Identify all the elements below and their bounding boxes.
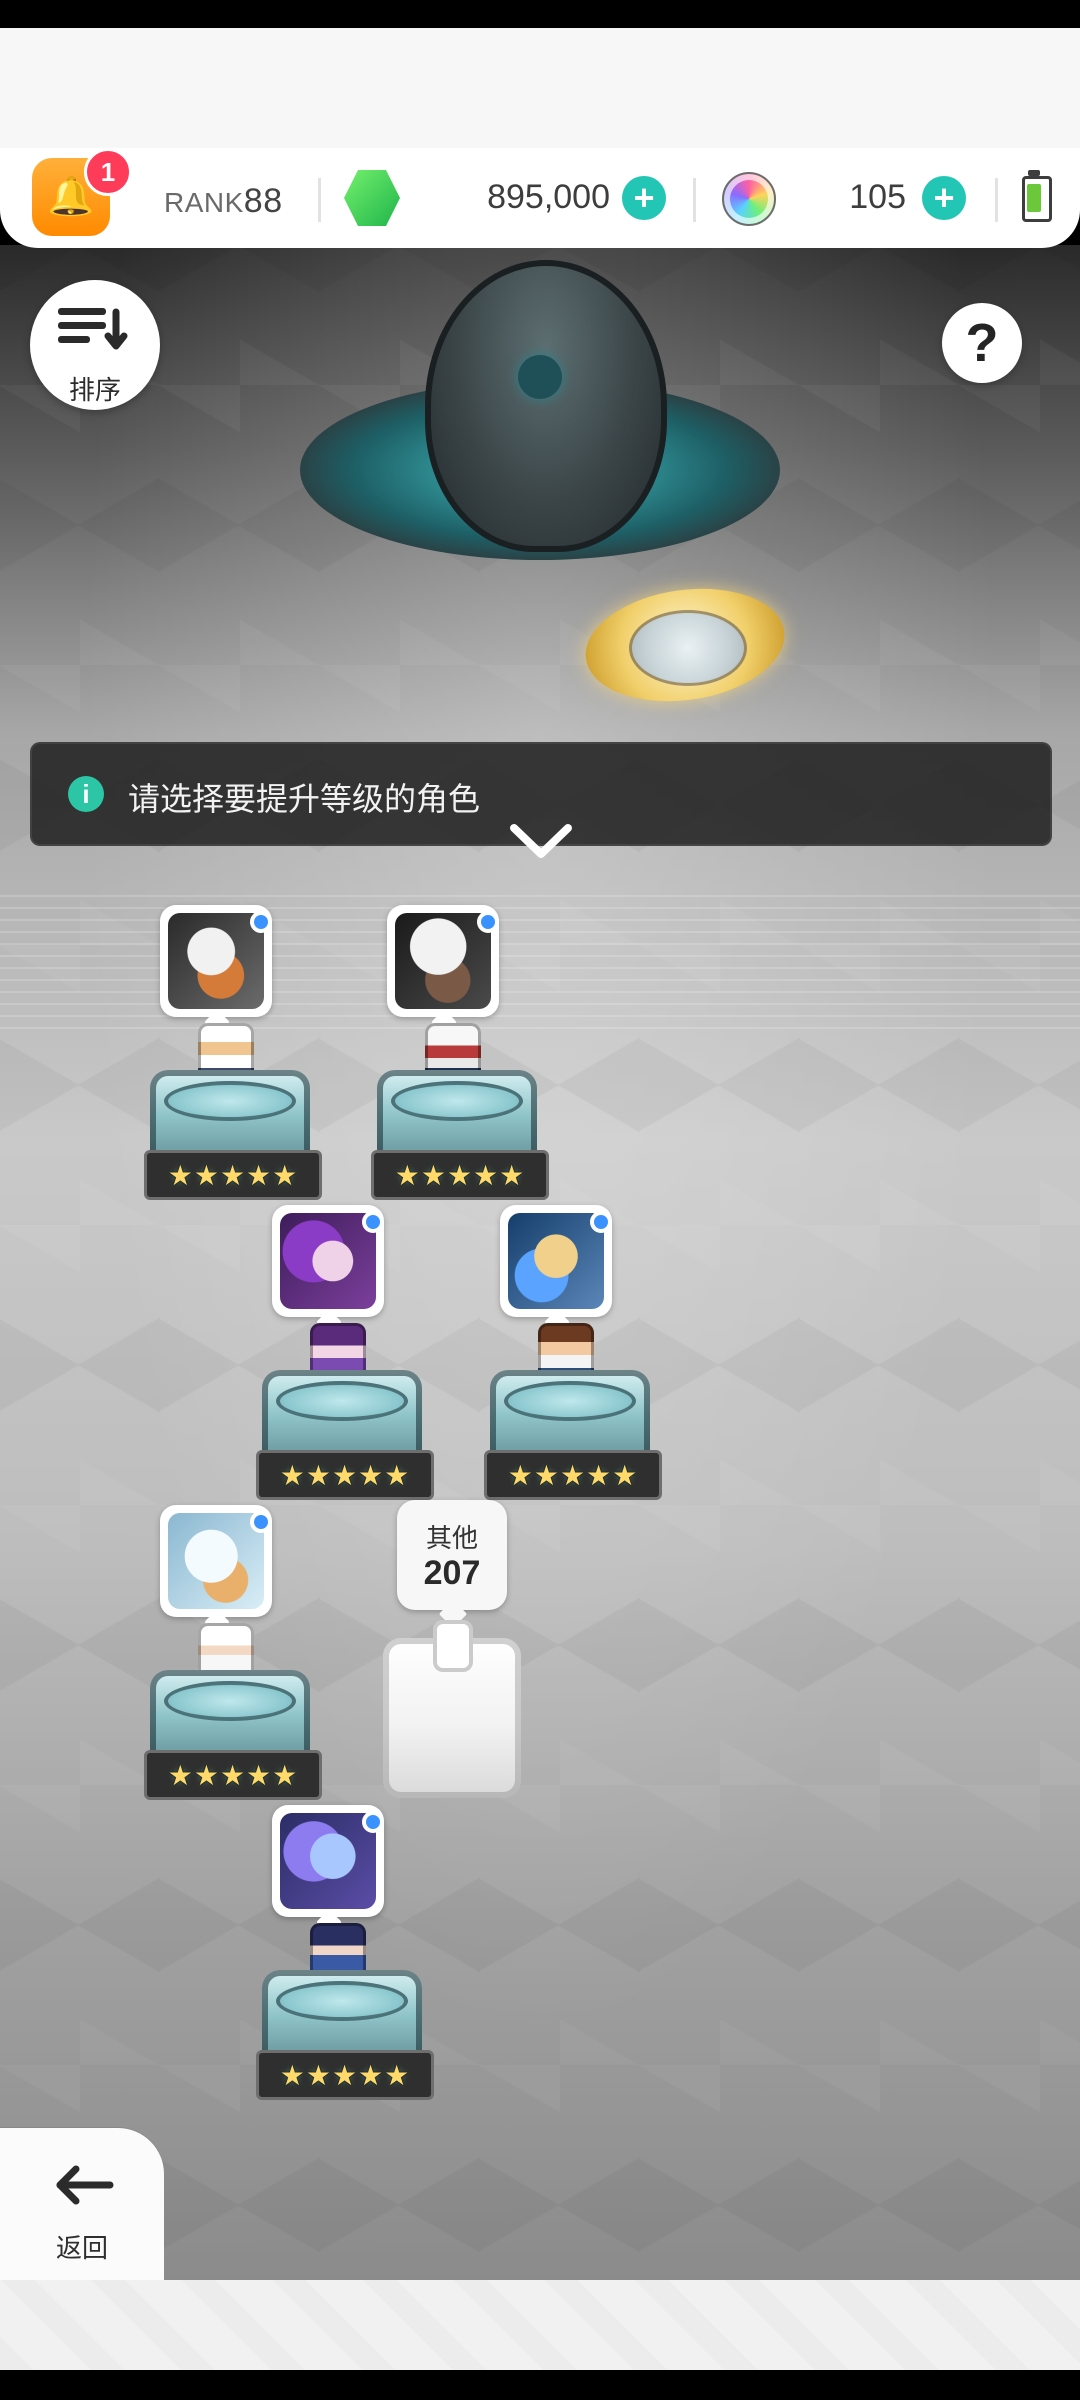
stars-plate: ★★★★★ [256,1450,434,1500]
info-icon: i [68,776,104,812]
throne-egg [425,260,667,552]
star-rating: ★★★★★ [279,1459,411,1491]
character-portrait [500,1205,612,1317]
character-slot-6[interactable]: ★★★★★ [256,1805,434,2125]
sun-badge[interactable] [578,576,792,714]
other-label: 其他 [425,1523,478,1553]
pedestal-top [504,1381,636,1421]
selected-indicator [250,1511,272,1533]
back-button[interactable]: 返回 [0,2128,164,2280]
character-slot-4[interactable]: ★★★★★ [484,1205,662,1525]
add-rainbow-button[interactable]: + [922,176,966,220]
star-rating: ★★★★★ [279,2059,411,2091]
pedestal-top [164,1081,296,1121]
rank-label: RANK [164,187,244,218]
star-rating: ★★★★★ [167,1159,299,1191]
character-portrait-art [168,1513,264,1609]
character-portrait-art [168,913,264,1009]
sort-button[interactable]: 排序 [30,280,160,410]
character-portrait [272,1205,384,1317]
instruction-text: 请选择要提升等级的角色 [128,781,481,817]
selected-indicator [590,1211,612,1233]
throne-artwork [270,260,810,600]
selected-indicator [362,1811,384,1833]
separator [318,178,321,222]
selected-indicator [477,911,499,933]
pedestal-top [164,1681,296,1721]
stars-plate: ★★★★★ [371,1150,549,1200]
character-portrait-art [280,1813,376,1909]
sun-badge-inner [629,610,747,686]
battery-fill [1027,184,1041,212]
rainbow-amount: 105 [849,178,906,216]
pedestal-top [391,1081,523,1121]
pedestal-top [276,1981,408,2021]
character-portrait-art [395,913,491,1009]
app-screen: 🔔 1 RANK88 895,000 + 105 + 排序 ? i 请选择要提升… [0,0,1080,2400]
throne-core [518,355,562,399]
stars-plate: ★★★★★ [144,1150,322,1200]
bottom-bar [0,2280,1080,2370]
add-gems-button[interactable]: + [622,176,666,220]
status-strip [0,0,1080,28]
help-button[interactable]: ? [942,303,1022,383]
character-portrait-art [280,1213,376,1309]
rank-display: RANK88 [164,182,283,221]
bottom-bar-pattern [0,2280,1080,2370]
other-pedestal-top [433,1620,473,1672]
help-icon: ? [965,313,999,373]
separator [693,178,696,222]
other-count: 207 [423,1554,481,1592]
other-bubble: 其他 207 [397,1500,507,1610]
plus-icon: + [933,177,955,218]
character-slot-2[interactable]: ★★★★★ [371,905,549,1225]
character-portrait-art [508,1213,604,1309]
star-rating: ★★★★★ [507,1459,639,1491]
stars-plate: ★★★★★ [144,1750,322,1800]
other-characters[interactable]: 其他 207 [377,1500,527,1820]
gem-amount: 895,000 [487,178,610,216]
top-white-area [0,28,1080,148]
sort-label: 排序 [68,375,121,405]
selected-indicator [250,911,272,933]
star-rating: ★★★★★ [394,1159,526,1191]
character-portrait [160,905,272,1017]
character-slot-3[interactable]: ★★★★★ [256,1205,434,1525]
selected-indicator [362,1211,384,1233]
stars-plate: ★★★★★ [484,1450,662,1500]
bottom-black-strip [0,2370,1080,2400]
character-portrait [160,1505,272,1617]
stars-plate: ★★★★★ [256,2050,434,2100]
rank-value: 88 [243,182,283,220]
plus-icon: + [633,177,655,218]
rainbow-orb-icon [722,172,776,226]
star-rating: ★★★★★ [167,1759,299,1791]
character-slot-1[interactable]: ★★★★★ [144,905,322,1225]
sort-icon [58,308,128,350]
back-label: 返回 [55,2233,108,2263]
back-arrow-icon [56,2165,114,2205]
character-portrait [272,1805,384,1917]
chevron-down-icon[interactable] [506,818,576,866]
pedestal-top [276,1381,408,1421]
separator [995,178,998,222]
character-slot-5[interactable]: ★★★★★ [144,1505,322,1825]
notification-badge: 1 [84,148,132,196]
character-portrait [387,905,499,1017]
